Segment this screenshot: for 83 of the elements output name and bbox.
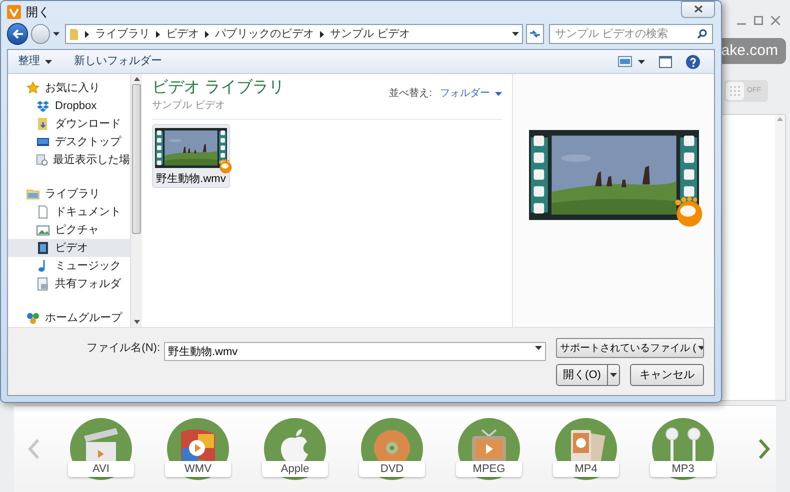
nav-item[interactable]: ミュージック — [8, 257, 130, 275]
format-button[interactable]: MP4 — [553, 461, 619, 477]
scrollbar[interactable] — [775, 115, 785, 400]
scroll-thumb[interactable] — [132, 84, 141, 234]
breadcrumb-arrow-icon — [156, 30, 160, 38]
breadcrumb-arrow-icon — [204, 30, 209, 38]
format-button[interactable]: MPEG — [456, 461, 522, 477]
split-caret-icon — [610, 373, 617, 377]
history-caret-icon — [53, 32, 60, 36]
sort-label: 並べ替え: — [389, 86, 432, 101]
back-arrow-icon — [12, 29, 24, 39]
folder-icon — [68, 27, 79, 41]
film-icon — [36, 241, 50, 255]
view-options-icon[interactable] — [618, 56, 632, 67]
nav-item[interactable]: Dropbox — [8, 97, 130, 115]
nav-item[interactable]: ライブラリ — [8, 185, 130, 203]
format-button[interactable]: DVD — [359, 461, 425, 477]
library-subtitle: サンプル ビデオ — [152, 98, 226, 113]
format-button[interactable]: AVI — [68, 461, 134, 477]
format-button[interactable]: WMV — [165, 461, 231, 477]
close-button[interactable] — [681, 0, 715, 18]
toolbar-button[interactable]: 新しいフォルダー — [74, 53, 162, 70]
folder-download-icon — [36, 117, 50, 131]
nav-item[interactable]: 共有フォルダ — [8, 275, 130, 293]
file-tile[interactable]: 野生動物.wmv — [152, 124, 230, 188]
breadcrumb-arrow-icon — [320, 30, 324, 38]
refresh-icon — [528, 29, 541, 39]
homegroup-icon — [26, 311, 40, 325]
library-title: ビデオ ライブラリ — [152, 78, 284, 98]
cancel-button[interactable]: キャンセル — [630, 364, 704, 386]
breadcrumb-item[interactable]: ビデオ — [166, 26, 199, 42]
star-icon — [26, 81, 40, 95]
picture-icon — [36, 223, 50, 237]
player-badge-icon — [217, 158, 233, 174]
breadcrumb-item[interactable]: ライブラリ — [94, 26, 150, 42]
file-type-dropdown[interactable]: サポートされているファイル ( — [556, 338, 704, 358]
open-button[interactable]: 開く(O) — [556, 364, 620, 386]
scroll-up-icon[interactable] — [134, 77, 140, 81]
breadcrumb-arrow-icon — [84, 30, 89, 38]
desktop-icon — [36, 135, 50, 149]
recent-places-icon — [36, 153, 48, 167]
nav-item[interactable]: ダウンロード — [8, 115, 130, 133]
close-icon — [694, 5, 702, 13]
search-field[interactable]: サンプル ビデオの検索 — [549, 24, 713, 44]
close-icon[interactable] — [771, 16, 780, 24]
shared-folder-icon — [36, 277, 50, 291]
nav-item[interactable]: ホームグループ — [8, 309, 130, 327]
format-button[interactable]: MP3 — [650, 461, 716, 477]
view-caret-icon — [638, 60, 645, 64]
address-caret-icon — [512, 32, 519, 36]
file-name-field[interactable]: 野生動物.wmv — [164, 342, 546, 360]
app-logo-icon — [7, 5, 21, 19]
address-bar[interactable]: ライブラリ ビデオ パブリックのビデオ サンプル ビデオ — [64, 24, 523, 44]
window-title: 開く — [26, 4, 50, 21]
scroll-down-icon[interactable] — [134, 320, 140, 324]
box-icon — [36, 99, 50, 113]
nav-item[interactable]: 最近表示した場 — [8, 151, 130, 169]
caret-icon — [495, 92, 502, 96]
nav-item[interactable]: ピクチャ — [8, 221, 130, 239]
help-icon[interactable] — [686, 54, 700, 68]
document-icon — [36, 205, 50, 219]
file-name: 野生動物.wmv — [156, 172, 226, 187]
toolbar-button[interactable]: 整理 — [18, 53, 52, 70]
grid-icon — [726, 82, 744, 100]
refresh-button[interactable] — [526, 24, 544, 44]
file-name-label: ファイル名(N): — [86, 340, 160, 356]
nav-item[interactable]: デスクトップ — [8, 133, 130, 151]
preview-pane-icon[interactable] — [659, 56, 672, 68]
nav-item[interactable]: ドキュメント — [8, 203, 130, 221]
nav-scrollbar[interactable] — [130, 74, 142, 327]
breadcrumb-item[interactable]: サンプル ビデオ — [330, 26, 410, 42]
breadcrumb-item[interactable]: パブリックのビデオ — [214, 26, 314, 42]
library-icon — [26, 187, 40, 201]
sort-dropdown[interactable]: フォルダー — [440, 86, 502, 101]
caret-icon — [45, 60, 52, 64]
search-icon — [697, 29, 707, 39]
file-type-caret-icon — [698, 346, 703, 350]
nav-item[interactable]: お気に入り — [8, 79, 130, 97]
format-button[interactable]: Apple — [262, 461, 328, 477]
maximize-icon[interactable] — [754, 16, 763, 24]
nav-item[interactable]: ビデオ — [8, 239, 130, 257]
back-button[interactable] — [7, 23, 28, 45]
file-name-caret-icon — [535, 346, 542, 350]
